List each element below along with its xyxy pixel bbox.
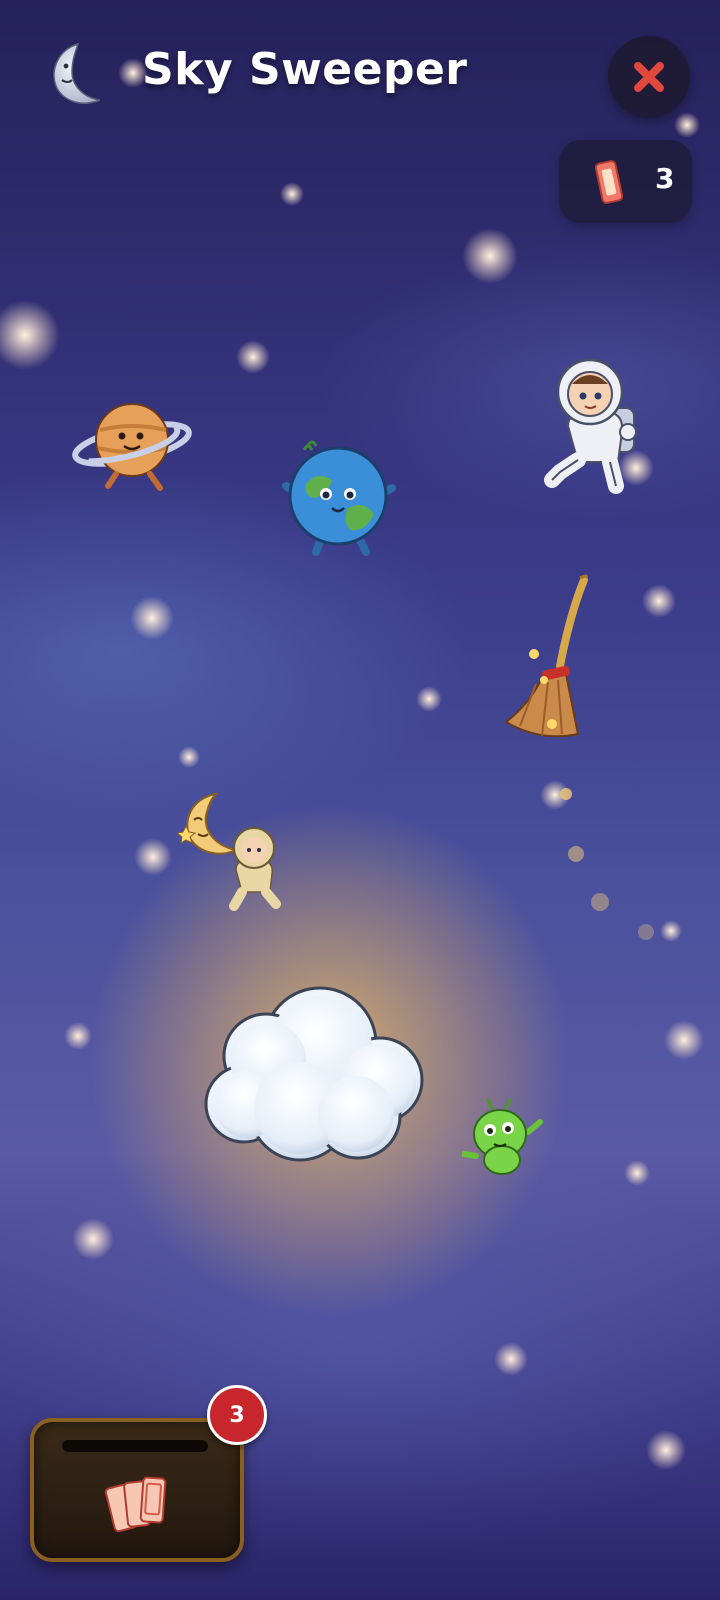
top-bar: Sky Sweeper <box>0 0 720 150</box>
ringed-planet-character[interactable] <box>72 400 194 496</box>
tickets-stack-icon <box>104 1476 167 1533</box>
ticket-count: 3 <box>655 162 675 195</box>
tray-count-badge: 3 <box>207 1385 267 1445</box>
ticket-icon <box>595 160 623 204</box>
cloud[interactable] <box>200 982 428 1170</box>
ticket-counter: 3 <box>559 140 692 223</box>
sparkle-trail <box>560 788 654 940</box>
magic-broom[interactable] <box>500 574 600 750</box>
astronaut-character[interactable] <box>538 356 650 498</box>
crescent-moon-face-icon <box>53 42 101 104</box>
green-alien-character[interactable] <box>462 1098 544 1180</box>
tray-slot <box>62 1440 208 1452</box>
small-astronaut-character[interactable] <box>222 826 288 912</box>
game-title: Sky Sweeper <box>142 44 468 95</box>
close-x-icon <box>634 62 664 92</box>
ticket-tray[interactable] <box>30 1418 244 1562</box>
earth-character[interactable] <box>278 436 400 558</box>
close-button[interactable] <box>608 36 690 118</box>
